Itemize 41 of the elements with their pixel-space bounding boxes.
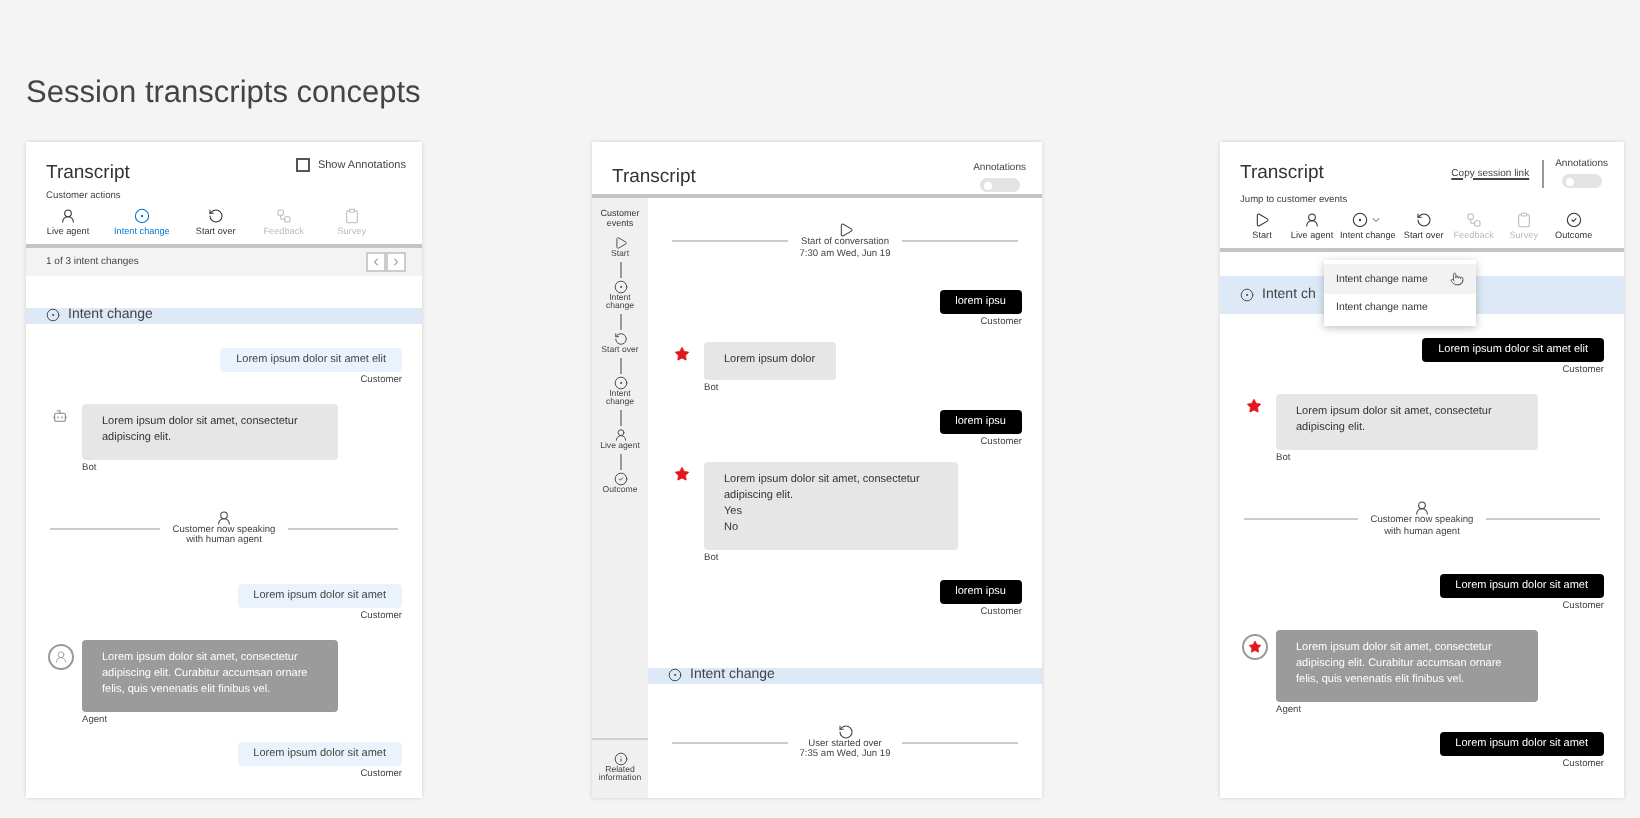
- flow-icon: [275, 208, 292, 224]
- chevron-left-icon: [370, 256, 382, 268]
- person-icon: [613, 428, 627, 443]
- panel-title: Transcript: [46, 162, 130, 184]
- clipboard-icon: [343, 208, 360, 224]
- panel-title: Transcript: [1240, 162, 1324, 184]
- check-circle-icon: [1565, 212, 1582, 228]
- chevron-right-icon: [390, 256, 402, 268]
- radio-icon: [1352, 212, 1369, 228]
- annotations-toggle[interactable]: [1561, 174, 1602, 188]
- person-icon: [216, 509, 232, 526]
- check-circle-icon: [613, 471, 627, 486]
- star-icon: [674, 345, 690, 361]
- radio-icon: [668, 668, 682, 683]
- person-icon: [1414, 499, 1430, 516]
- person-icon: [60, 208, 76, 224]
- play-icon: [837, 222, 853, 238]
- restart-icon: [837, 723, 853, 739]
- play-icon: [1254, 212, 1270, 228]
- radio-icon: [1240, 288, 1254, 302]
- radio-icon: [613, 375, 627, 390]
- previous-button[interactable]: [366, 252, 386, 272]
- restart-icon: [613, 332, 627, 347]
- pointer-icon: [1450, 272, 1464, 286]
- info-icon: [613, 751, 627, 766]
- clipboard-icon: [1515, 212, 1532, 228]
- star-icon: [674, 466, 690, 483]
- flow-icon: [1465, 212, 1482, 228]
- radio-icon: [613, 279, 627, 294]
- restart-icon: [1415, 212, 1432, 228]
- bot-icon: [52, 407, 68, 424]
- restart-icon: [207, 208, 224, 224]
- radio-icon: [133, 208, 150, 224]
- star-icon: [1246, 398, 1262, 414]
- annotations-toggle[interactable]: [979, 178, 1020, 192]
- next-button[interactable]: [386, 252, 406, 272]
- play-icon: [613, 235, 627, 250]
- page-title: Session transcripts concepts: [26, 76, 423, 112]
- person-icon: [1304, 212, 1320, 228]
- radio-icon: [46, 308, 60, 323]
- panel-title: Transcript: [612, 166, 696, 188]
